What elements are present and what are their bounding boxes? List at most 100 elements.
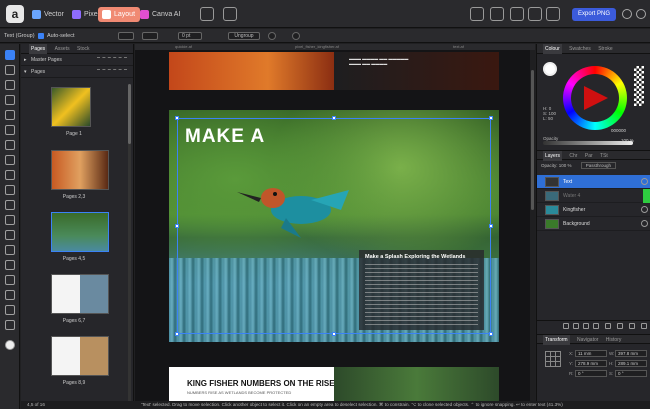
- transform-icon[interactable]: [268, 32, 276, 40]
- tab-character[interactable]: Chr: [569, 151, 577, 161]
- auto-select-checkbox[interactable]: [38, 33, 44, 39]
- pen-tool-icon[interactable]: [5, 125, 15, 135]
- h-field[interactable]: H: 289.1 mm: [609, 360, 649, 368]
- spread-pages-4-5[interactable]: MAKE A Make a Splash Exploring the Wetla…: [169, 110, 499, 342]
- artistic-text-tool-icon[interactable]: [5, 80, 15, 90]
- move-tool-icon[interactable]: [5, 50, 15, 60]
- tab-history[interactable]: History: [606, 335, 622, 345]
- doc-tab-2[interactable]: pixel_fisher_kingfisher.af: [295, 44, 339, 50]
- frame-text-tool-icon[interactable]: [5, 95, 15, 105]
- persona-vector[interactable]: Vector: [28, 7, 69, 22]
- layer-group-icon[interactable]: [605, 323, 611, 329]
- x-field[interactable]: X: 11 mm: [569, 350, 609, 358]
- layer-text[interactable]: Text: [537, 175, 650, 189]
- tab-pages[interactable]: Pages: [29, 44, 48, 54]
- canvas-scrollbar-thumb[interactable]: [531, 70, 534, 210]
- layer-live-filter-icon[interactable]: [593, 323, 599, 329]
- tab-stroke[interactable]: Stroke: [598, 44, 612, 54]
- layer-effects-icon[interactable]: [563, 323, 569, 329]
- thumb-pages-6-7[interactable]: [51, 274, 109, 314]
- boolean-icon[interactable]: [528, 7, 542, 21]
- recent-colours-strip[interactable]: [634, 66, 644, 106]
- stroke-width-field[interactable]: 0 pt: [178, 32, 202, 40]
- pencil-tool-icon[interactable]: [5, 140, 15, 150]
- layer-kingfisher[interactable]: Kingfisher: [537, 203, 650, 217]
- opacity-slider[interactable]: [543, 141, 633, 145]
- pages-scrollbar-thumb[interactable]: [128, 84, 131, 144]
- y-value[interactable]: 278.9 mm: [575, 360, 607, 367]
- primary-color-icon[interactable]: [5, 340, 15, 350]
- layer-settings-icon[interactable]: [629, 323, 635, 329]
- spread-6-7-subtitle[interactable]: NUMBERS RISE AS WETLANDS BECOME PROTECTE…: [187, 390, 291, 395]
- selection-handle-tl[interactable]: [175, 116, 179, 120]
- arrange-icon[interactable]: [200, 7, 214, 21]
- opacity-value[interactable]: 100 %: [621, 138, 634, 143]
- document-canvas[interactable]: quickie.af pixel_fisher_kingfisher.af te…: [135, 44, 535, 401]
- layer-adjust-icon[interactable]: [573, 323, 579, 329]
- rotate-icon[interactable]: [546, 7, 560, 21]
- visibility-icon[interactable]: [641, 220, 648, 227]
- layer-delete-icon[interactable]: [641, 323, 647, 329]
- rectangle-tool-icon[interactable]: [5, 155, 15, 165]
- layer-water[interactable]: Water 4: [537, 189, 650, 203]
- fill-swatch[interactable]: [118, 32, 134, 40]
- account-icon[interactable]: [636, 9, 646, 19]
- visibility-icon[interactable]: [641, 178, 648, 185]
- blend-mode-select[interactable]: Passthrough: [580, 162, 617, 169]
- selection-handle-br[interactable]: [489, 332, 493, 336]
- colour-wheel[interactable]: [563, 66, 627, 130]
- w-field[interactable]: W: 397.8 mm: [609, 350, 649, 358]
- tab-text-styles[interactable]: TSt: [600, 151, 608, 161]
- doc-tab-3[interactable]: text.af: [453, 44, 464, 50]
- affinity-logo-icon[interactable]: a: [6, 5, 24, 23]
- selection-handle-l[interactable]: [175, 224, 179, 228]
- thumb-pages-8-9[interactable]: [51, 336, 109, 376]
- visibility-icon[interactable]: [641, 206, 648, 213]
- shear-field[interactable]: S: 0 °: [609, 370, 649, 378]
- tab-navigator[interactable]: Navigator: [577, 335, 598, 345]
- tab-transform[interactable]: Transform: [543, 335, 570, 345]
- settings-icon[interactable]: [292, 32, 300, 40]
- mirror-icon[interactable]: [510, 7, 524, 21]
- fill-tool-icon[interactable]: [5, 230, 15, 240]
- y-field[interactable]: Y: 278.9 mm: [569, 360, 609, 368]
- colour-triangle[interactable]: [584, 86, 608, 110]
- place-tool-icon[interactable]: [5, 275, 15, 285]
- tab-swatches[interactable]: Swatches: [569, 44, 591, 54]
- persona-layout[interactable]: Layout: [98, 7, 141, 22]
- snapping-icon[interactable]: [470, 7, 484, 21]
- tab-assets[interactable]: Assets: [55, 44, 70, 54]
- help-icon[interactable]: [622, 9, 632, 19]
- rotation-field[interactable]: R: 0 °: [569, 370, 609, 378]
- frame-icon[interactable]: [223, 7, 237, 21]
- shear-value[interactable]: 0 °: [615, 370, 647, 377]
- x-value[interactable]: 11 mm: [575, 350, 607, 357]
- rotation-value[interactable]: 0 °: [575, 370, 607, 377]
- canvas-scrollbar[interactable]: [530, 50, 535, 401]
- ellipse-tool-icon[interactable]: [5, 170, 15, 180]
- layer-add-icon[interactable]: [617, 323, 623, 329]
- tab-stock[interactable]: Stock: [77, 44, 90, 54]
- h-value[interactable]: 289.1 mm: [615, 360, 647, 367]
- align-icon[interactable]: [490, 7, 504, 21]
- doc-tab-1[interactable]: quickie.af: [175, 44, 192, 50]
- tab-paragraph[interactable]: Par: [585, 151, 593, 161]
- node-tool-icon[interactable]: [5, 65, 15, 75]
- selection-handle-r[interactable]: [489, 224, 493, 228]
- master-pages-row[interactable]: ▸ Master Pages: [21, 54, 133, 66]
- tab-colour[interactable]: Colour: [543, 44, 562, 54]
- fill-colour-swatch[interactable]: [543, 62, 557, 76]
- color-picker-tool-icon[interactable]: [5, 290, 15, 300]
- thumb-pages-4-5[interactable]: [51, 212, 109, 252]
- thumb-page-1[interactable]: [51, 87, 91, 127]
- ungroup-button[interactable]: Ungroup: [228, 32, 260, 40]
- selection-handle-tr[interactable]: [489, 116, 493, 120]
- vector-crop-tool-icon[interactable]: [5, 260, 15, 270]
- spread-6-7-title[interactable]: KING FISHER NUMBERS ON THE RISE: [187, 379, 335, 388]
- pages-row[interactable]: ▾ Pages: [21, 66, 133, 78]
- w-value[interactable]: 397.8 mm: [615, 350, 647, 357]
- layer-background[interactable]: Background: [537, 217, 650, 231]
- crop-tool-icon[interactable]: [5, 215, 15, 225]
- stroke-swatch[interactable]: [142, 32, 158, 40]
- picture-frame-tool-icon[interactable]: [5, 200, 15, 210]
